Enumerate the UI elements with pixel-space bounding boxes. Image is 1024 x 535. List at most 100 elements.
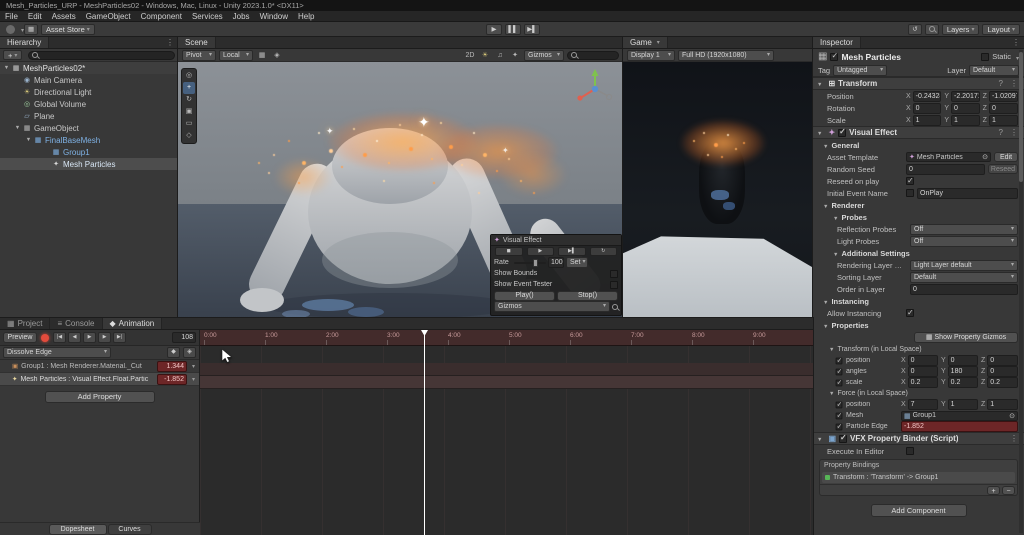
hierarchy-item-global-volume[interactable]: ◎ Global Volume (0, 98, 178, 110)
static-checkbox[interactable] (981, 53, 989, 61)
timeline-body[interactable] (200, 346, 813, 535)
scene-viewport[interactable]: ✦ ✦ ✦ ◎ + ↻ ▣ ▭ ◇ ✦ Visual Effect ◼ (178, 62, 623, 318)
additional-settings-section[interactable]: Additional Settings (813, 247, 1024, 259)
scene-light-toggle[interactable]: ☀ (479, 51, 491, 59)
help-icon[interactable]: ? (997, 79, 1005, 88)
binding-list-item[interactable]: Transform : 'Transform' -> Group1 (822, 472, 1015, 483)
clip-dropdown[interactable]: Dissolve Edge (3, 347, 111, 358)
prop-angles-z-field[interactable]: 0 (987, 366, 1018, 377)
hierarchy-item-main-camera[interactable]: ◉ Main Camera (0, 74, 178, 86)
prop-scale-z-field[interactable]: 0.2 (987, 377, 1018, 388)
prop-angles-x-field[interactable]: 0 (908, 366, 938, 377)
asset-store-button[interactable]: Asset Store (41, 24, 95, 35)
override-checkbox[interactable] (836, 423, 843, 430)
gizmos-dropdown[interactable]: Gizmos (524, 50, 564, 61)
undo-history-icon[interactable]: ↺ (908, 24, 922, 35)
snap-icon[interactable]: ◈ (271, 51, 283, 59)
tab-game[interactable]: Game (623, 37, 668, 48)
override-checkbox[interactable] (836, 379, 843, 386)
animated-property-row[interactable]: ✦ Mesh Particles : Visual Effect.Float.P… (0, 373, 199, 386)
animated-property-row[interactable]: ▣ Group1 : Mesh Renderer.Material._Cut 1… (0, 360, 199, 373)
object-picker-icon[interactable]: ⊙ (1009, 412, 1015, 420)
gameobject-name-field[interactable]: Mesh Particles (841, 52, 978, 62)
reseed-on-play-checkbox[interactable] (906, 177, 914, 185)
menu-file[interactable]: File (0, 12, 23, 21)
layout-dropdown[interactable]: Layout (982, 24, 1020, 35)
vfx-property-binder-header[interactable]: ▣ VFX Property Binder (Script) ⋮ (813, 432, 1024, 445)
current-frame-field[interactable]: 108 (172, 332, 196, 343)
rotation-x-field[interactable]: 0 (913, 103, 942, 114)
rotation-y-field[interactable]: 0 (951, 103, 980, 114)
foldout-arrow-icon[interactable]: ▼ (24, 137, 33, 143)
scale-z-field[interactable]: 1 (989, 115, 1018, 126)
hierarchy-scene-row[interactable]: ▼ ▦ MeshParticles02* (0, 62, 178, 74)
force-local-space-group[interactable]: Force (in Local Space) (813, 388, 1024, 399)
scene-search-input[interactable] (567, 51, 619, 60)
resolution-dropdown[interactable]: Full HD (1920x1080) (678, 50, 774, 61)
account-avatar[interactable] (6, 25, 15, 34)
transform-local-space-group[interactable]: Transform (in Local Space) (813, 344, 1024, 355)
foldout-arrow-icon[interactable] (817, 128, 825, 137)
reflection-probes-dropdown[interactable]: Off (910, 224, 1018, 235)
position-x-field[interactable]: -0.24328 (913, 91, 942, 102)
add-event-button[interactable]: ◈ (183, 347, 196, 358)
vfx-overlay-titlebar[interactable]: ✦ Visual Effect (491, 235, 621, 246)
prop-position-z-field[interactable]: 0 (987, 355, 1018, 366)
hierarchy-item-plane[interactable]: ▱ Plane (0, 110, 178, 122)
tag-dropdown[interactable]: Untagged (833, 65, 887, 76)
show-bounds-checkbox[interactable] (610, 270, 618, 278)
scrollbar-thumb[interactable] (1019, 52, 1023, 182)
help-icon[interactable]: ? (997, 128, 1005, 137)
transform-tool-button[interactable]: ◇ (183, 130, 195, 142)
add-object-button[interactable]: + (3, 50, 22, 60)
menu-assets[interactable]: Assets (47, 12, 81, 21)
rate-value-field[interactable]: 100 (548, 257, 564, 268)
renderer-section[interactable]: Renderer (813, 199, 1024, 211)
override-checkbox[interactable] (836, 368, 843, 375)
tab-console[interactable]: ≡Console (50, 318, 102, 329)
layer-dropdown[interactable]: Default (969, 65, 1019, 76)
vfx-stop-event-button[interactable]: Stop() (557, 291, 618, 301)
search-button[interactable] (925, 24, 939, 35)
inspector-scrollbar[interactable] (1019, 50, 1023, 533)
vfx-play-event-button[interactable]: Play() (494, 291, 555, 301)
active-checkbox[interactable] (830, 53, 838, 61)
kebab-icon[interactable]: ⋮ (1008, 37, 1024, 48)
scale-x-field[interactable]: 1 (913, 115, 942, 126)
order-in-layer-field[interactable]: 0 (910, 284, 1018, 295)
first-key-button[interactable]: |◀ (53, 332, 66, 343)
prop-position-x-field[interactable]: 0 (908, 355, 938, 366)
grid-visibility-icon[interactable]: ▦ (256, 51, 268, 59)
force-position-y-field[interactable]: 1 (948, 399, 978, 410)
override-checkbox[interactable] (836, 401, 843, 408)
prev-key-button[interactable]: ◀ (68, 332, 81, 343)
foldout-arrow-icon[interactable]: ▼ (2, 65, 11, 71)
show-event-tester-checkbox[interactable] (610, 281, 618, 289)
play-animation-button[interactable]: ▶ (83, 332, 96, 343)
prop-angles-y-field[interactable]: 180 (948, 366, 978, 377)
rotation-z-field[interactable]: 0 (989, 103, 1018, 114)
scene-audio-toggle[interactable]: ♫ (494, 52, 506, 59)
property-value-field[interactable]: -1.852 (157, 374, 187, 385)
sorting-layer-dropdown[interactable]: Default (910, 272, 1018, 283)
component-enabled-checkbox[interactable] (838, 129, 846, 137)
transform-component-header[interactable]: ⊞ Transform ? ⋮ (813, 77, 1024, 90)
play-button[interactable]: ▶ (486, 24, 502, 35)
playhead[interactable] (424, 330, 425, 535)
show-property-gizmos-button[interactable]: ▦Show Property Gizmos (914, 332, 1018, 343)
light-probes-dropdown[interactable]: Off (910, 236, 1018, 247)
add-property-button[interactable]: Add Property (45, 391, 155, 403)
vfx-restart-button[interactable]: ↻ (590, 247, 618, 256)
object-picker-icon[interactable]: ⊙ (982, 153, 988, 161)
override-checkbox[interactable] (836, 412, 843, 419)
hierarchy-item-gameobject[interactable]: ▼ ▦ GameObject (0, 122, 178, 134)
scale-y-field[interactable]: 1 (951, 115, 980, 126)
instancing-section[interactable]: Instancing (813, 295, 1024, 307)
properties-section[interactable]: Properties (813, 319, 1024, 331)
step-button[interactable]: ▶▌ (524, 24, 540, 35)
particle-edge-field[interactable]: -1.852 (901, 421, 1018, 432)
menu-window[interactable]: Window (255, 12, 293, 21)
dopesheet-button[interactable]: Dopesheet (49, 524, 107, 535)
tab-project[interactable]: ▦Project (0, 318, 50, 329)
prop-scale-x-field[interactable]: 0.2 (908, 377, 938, 388)
